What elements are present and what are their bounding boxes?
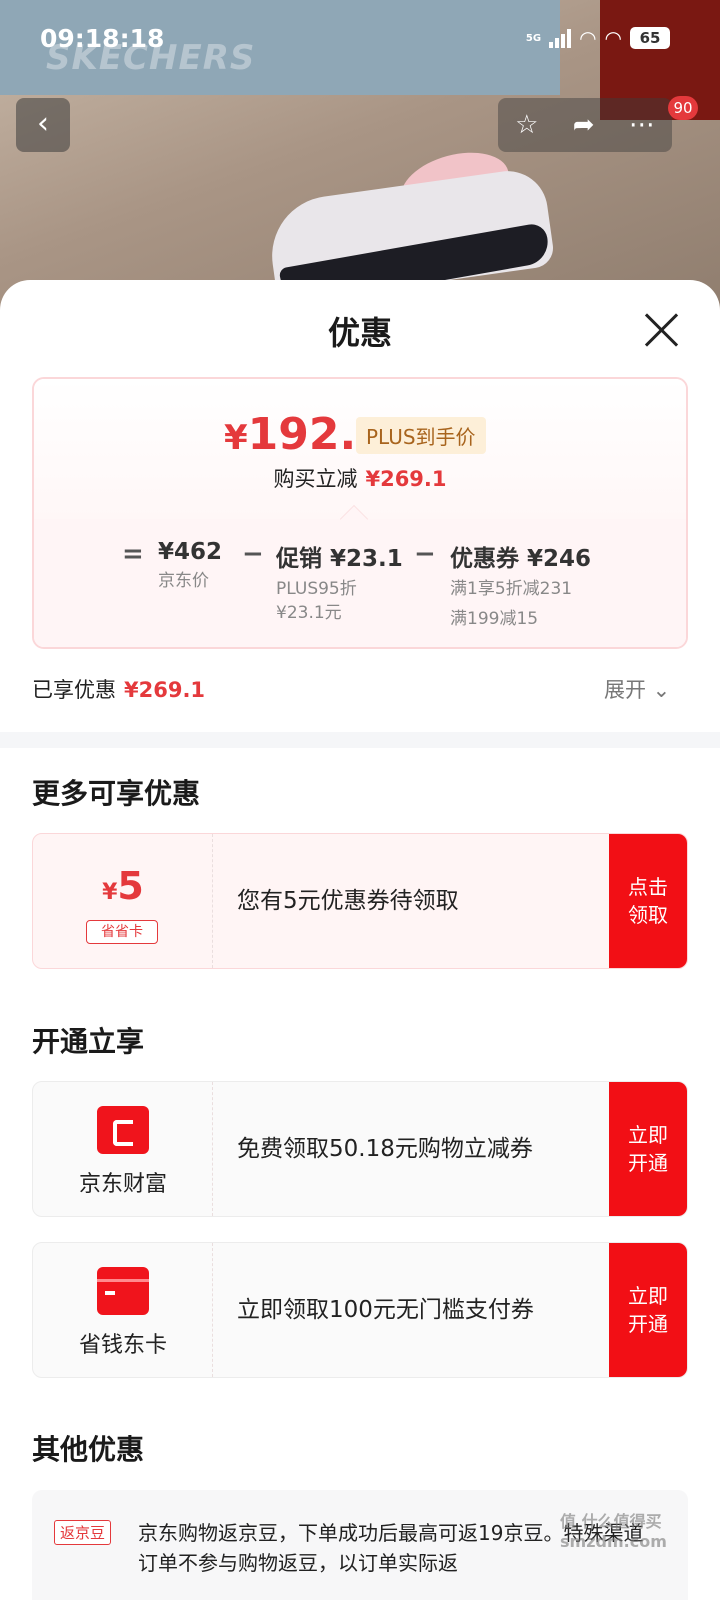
credit-card-icon <box>97 1267 149 1315</box>
savings-card-tag: 省省卡 <box>86 920 158 944</box>
coupon-amount: ¥5 <box>102 864 144 908</box>
savings-east-card-text: 立即领取100元无门槛支付券 <box>237 1297 534 1323</box>
equals-sign: = <box>122 539 144 569</box>
jd-wealth-name: 京东财富 <box>78 1172 167 1197</box>
discount-sheet: 优惠 ¥192.9 PLUS到手价 购买立减¥269.1 = ¥462 京东价 … <box>0 280 720 1600</box>
reduce-line: 购买立减 ¥269.1 <box>273 467 447 491</box>
chevron-left-icon: ‹ <box>37 106 49 141</box>
status-icons: 5G ◠ ◠ 65 <box>526 26 670 50</box>
savings-east-card-name: 省钱东卡 <box>78 1333 167 1358</box>
section-divider <box>0 732 720 748</box>
jd-wealth-icon <box>97 1106 149 1154</box>
share-icon[interactable]: ➦ <box>573 110 595 140</box>
jd-wealth-text: 免费领取50.18元购物立减券 <box>237 1136 533 1162</box>
return-bean-tag: 返京豆 <box>54 1520 112 1545</box>
other-offers-title: 其他优惠 <box>32 1433 145 1466</box>
network-label: 5G <box>525 32 542 44</box>
open-benefits-title: 开通立享 <box>32 1025 145 1058</box>
site-watermark: 值 什么值得买 smzdm.com <box>560 1512 667 1551</box>
close-icon[interactable] <box>640 308 684 352</box>
shoe-image <box>250 141 560 309</box>
plus-price-tag: PLUS到手价 <box>356 417 486 454</box>
battery-icon: 65 <box>630 27 670 49</box>
jd-wealth-offer: 京东财富 免费领取50.18元购物立减券 立即开通 <box>32 1081 688 1217</box>
open-wealth-button[interactable]: 立即开通 <box>609 1082 687 1216</box>
star-icon[interactable]: ☆ <box>515 110 538 140</box>
price-summary-card: ¥192.9 PLUS到手价 购买立减¥269.1 = ¥462 京东价 − 促… <box>32 377 688 649</box>
back-button[interactable]: ‹ <box>16 98 70 152</box>
wifi-icon-2: ◠ <box>604 26 622 50</box>
status-time: 09:18:18 <box>40 24 165 53</box>
signal-icon <box>549 28 572 48</box>
wifi-icon: ◠ <box>579 26 597 50</box>
top-actions: ☆ ➦ ⋯ <box>498 98 672 152</box>
savings-card-text: 您有5元优惠券待领取 <box>237 888 459 914</box>
status-bar: 09:18:18 5G ◠ ◠ 65 <box>0 20 720 60</box>
savings-east-card-offer: 省钱东卡 立即领取100元无门槛支付券 立即开通 <box>32 1242 688 1378</box>
sheet-title: 优惠 <box>327 314 392 352</box>
savings-card-offer: ¥5 省省卡 您有5元优惠券待领取 点击领取 <box>32 833 688 969</box>
more-offers-title: 更多可享优惠 <box>32 777 201 810</box>
expand-button[interactable]: 展开 ⌄ <box>604 674 670 704</box>
base-price-col: ¥462 京东价 <box>158 539 223 591</box>
minus-sign-1: − <box>242 539 264 569</box>
open-card-button[interactable]: 立即开通 <box>609 1243 687 1377</box>
message-badge: 90 <box>668 96 698 120</box>
promo-col: 促销 ¥23.1 PLUS95折 ¥23.1元 <box>276 546 403 623</box>
coupon-col: 优惠券 ¥246 满1享5折减231 满199减15 <box>450 546 592 629</box>
more-icon[interactable]: ⋯ <box>629 110 655 140</box>
claim-coupon-button[interactable]: 点击领取 <box>609 834 687 968</box>
minus-sign-2: − <box>414 539 436 569</box>
enjoyed-discount: 已享优惠 ¥269.1 <box>32 678 206 702</box>
